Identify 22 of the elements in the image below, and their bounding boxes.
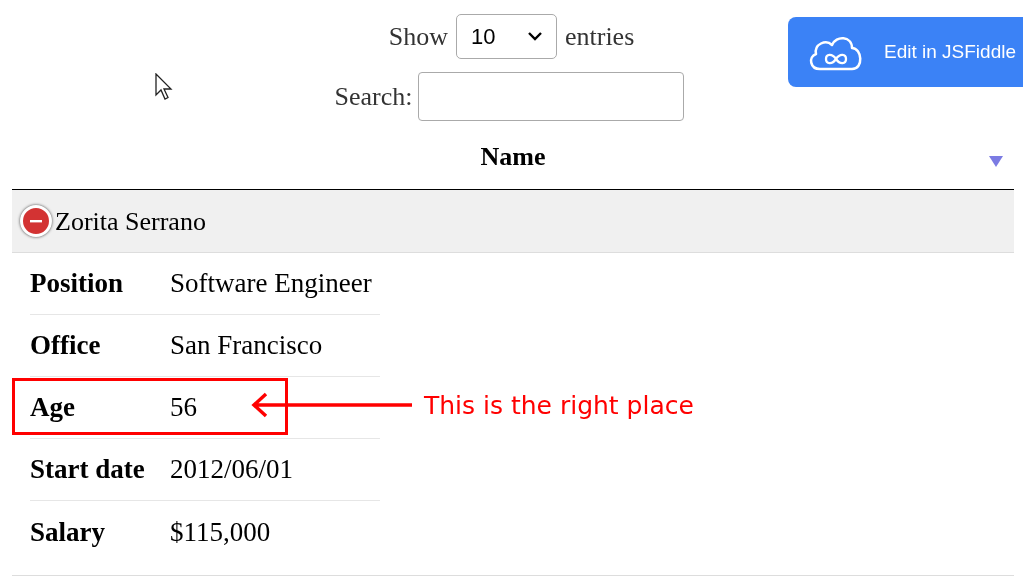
detail-value: Software Engineer — [170, 267, 372, 301]
table-row[interactable]: Zorita Serrano — [12, 190, 1014, 253]
detail-label: Salary — [30, 515, 106, 549]
search-field[interactable] — [418, 72, 685, 121]
detail-label: Start date — [30, 453, 146, 487]
detail-label: Age — [30, 391, 76, 425]
detail-label: Office — [30, 329, 102, 363]
detail-value: 2012/06/01 — [170, 453, 293, 487]
collapse-icon[interactable] — [20, 205, 52, 237]
edit-in-jsfiddle-button[interactable]: Edit in JSFiddle — [788, 17, 1023, 87]
search-label: Search: — [334, 81, 413, 113]
detail-value: San Francisco — [170, 329, 323, 363]
entries-label: entries — [564, 20, 635, 53]
annotation-text: This is the right place — [424, 390, 694, 422]
entries-select[interactable]: 10 — [455, 13, 557, 59]
detail-value: $115,000 — [170, 515, 271, 549]
cursor-icon — [155, 73, 174, 100]
chevron-down-icon — [527, 31, 542, 41]
show-label: Show — [388, 20, 448, 53]
detail-value: 56 — [170, 391, 197, 425]
detail-label: Position — [30, 267, 124, 301]
name-cell-text: Zorita Serrano — [55, 205, 206, 238]
